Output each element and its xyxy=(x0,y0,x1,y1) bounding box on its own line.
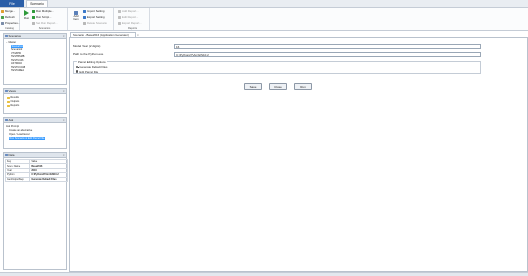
reports-group: Add Report... Edit Report... Export Repo… xyxy=(116,8,150,30)
collapse-icon[interactable]: − xyxy=(6,41,7,44)
edit-parcel-file-option[interactable]: Edit Parcel File xyxy=(76,70,98,74)
ask-item[interactable]: Run Scenario & Edit Parcel File xyxy=(9,137,46,140)
radio-unselected[interactable] xyxy=(76,70,79,73)
export-setting-button[interactable]: Export Setting xyxy=(83,15,105,19)
catalog-group-label: Catalog xyxy=(5,27,14,30)
merge-button[interactable]: Merge... xyxy=(1,9,15,13)
run-multiple-button[interactable]: Run Multiple... xyxy=(32,9,54,13)
run-button[interactable]: Run xyxy=(24,10,29,20)
views-icon xyxy=(5,89,8,93)
folder-icon xyxy=(7,100,10,103)
catalog-group: Merge... Refresh Properties... Catalog xyxy=(0,8,20,30)
views-panel-header: Views × xyxy=(4,89,66,94)
delete-icon xyxy=(83,21,86,25)
table-cell-key: GenOutputStep xyxy=(4,176,31,183)
ask-panel: Ask × Ask Prompt Create an alternative O… xyxy=(3,117,67,149)
set-run-report-button[interactable]: Set Run Report... xyxy=(32,21,58,25)
run-script-icon xyxy=(32,15,35,19)
refresh-button[interactable]: Refresh xyxy=(1,15,15,19)
ask-item[interactable]: Ask Prompt xyxy=(6,125,19,128)
table-cell-value[interactable]: Generate Default Files xyxy=(29,176,68,183)
properties-icon xyxy=(1,21,4,25)
data-panel-header: Data × xyxy=(4,153,66,158)
setting-group: Add Item Import Setting Export Setting D… xyxy=(70,8,114,30)
table-row: GenOutputStep Generate Default Files xyxy=(4,176,68,183)
close-icon[interactable]: × xyxy=(63,35,65,38)
refresh-icon xyxy=(1,15,4,19)
view-item[interactable]: Reports xyxy=(7,104,19,107)
file-tab[interactable]: File xyxy=(0,0,24,7)
scenario-item[interactable]: TESTAREA xyxy=(11,69,24,72)
scenarios-icon xyxy=(5,34,8,38)
report-icon xyxy=(32,21,35,25)
data-panel: Data × Key Value Scen. Name Base2016 Yea… xyxy=(3,152,68,270)
ribbon: Merge... Refresh Properties... Catalog R… xyxy=(0,7,528,31)
scenario-tab[interactable]: Scenario xyxy=(26,0,48,7)
generate-default-files-option[interactable]: Generate Default Files xyxy=(76,65,107,69)
scenarios-group-label: Scenarios xyxy=(38,27,51,30)
close-icon[interactable]: × xyxy=(137,33,139,37)
ask-item[interactable]: Create an alternative xyxy=(9,129,32,132)
folder-icon xyxy=(7,104,10,107)
delete-scenario-button[interactable]: Delete Scenario xyxy=(83,21,107,25)
import-icon xyxy=(83,9,86,13)
view-item[interactable]: Results xyxy=(7,96,19,99)
close-icon[interactable]: × xyxy=(63,119,65,122)
reports-group-label: Reports xyxy=(127,27,138,30)
parcel-editing-legend: Parcel Editing Options xyxy=(77,59,107,64)
properties-table: Key Value Scen. Name Base2016 Year 2016 … xyxy=(4,158,68,183)
run-scenario-button[interactable]: Run xyxy=(294,83,312,90)
scenarios-group: Run Run Multiple... Run Script... Set Ru… xyxy=(22,8,68,30)
close-icon[interactable]: × xyxy=(63,154,65,157)
radio-selected[interactable] xyxy=(76,65,79,69)
add-report-button[interactable]: Add Report... xyxy=(118,9,138,13)
scenario-document: Model Year (2 digits) 16 Path to the Pyt… xyxy=(69,37,528,272)
close-icon[interactable]: × xyxy=(63,90,65,93)
model-year-input[interactable]: 16 xyxy=(174,44,481,49)
ask-icon xyxy=(5,118,8,122)
merge-icon xyxy=(1,9,4,13)
view-item[interactable]: Outputs xyxy=(7,100,19,103)
add-report-icon xyxy=(118,9,121,13)
status-bar xyxy=(0,272,528,276)
python-path-input[interactable]: C:\Python27\ArcGIS10.2 xyxy=(174,52,481,57)
python-path-label: Path to the Python.exe xyxy=(73,52,104,56)
export-report-button[interactable]: Export Report... xyxy=(118,21,142,25)
export-icon xyxy=(83,15,86,19)
ribbon-tab-bar xyxy=(0,0,528,7)
properties-button[interactable]: Properties... xyxy=(1,21,20,25)
folder-icon xyxy=(7,96,10,99)
model-year-label: Model Year (2 digits) xyxy=(73,44,101,48)
run-script-button[interactable]: Run Script... xyxy=(32,15,51,19)
edit-report-icon xyxy=(118,15,121,19)
edit-report-button[interactable]: Edit Report... xyxy=(118,15,138,19)
import-setting-button[interactable]: Import Setting xyxy=(83,9,104,13)
run-multiple-icon xyxy=(32,9,35,13)
add-item-button[interactable]: Add Item xyxy=(72,11,80,21)
close-button[interactable]: Close xyxy=(269,83,287,90)
data-icon xyxy=(5,153,8,157)
save-button[interactable]: Save xyxy=(244,83,262,90)
scenarios-panel-header: Scenarios × xyxy=(4,34,66,39)
export-report-icon xyxy=(118,21,121,25)
views-panel: Views × Results Outputs Reports xyxy=(3,88,67,114)
scenarios-panel: Scenarios × − Master Scenario1 Scenario2 … xyxy=(3,33,67,85)
ask-item[interactable]: Open / Load Excel xyxy=(9,133,30,136)
parcel-editing-group: Parcel Editing Options Generate Default … xyxy=(73,59,481,74)
ask-panel-header: Ask × xyxy=(4,118,66,123)
